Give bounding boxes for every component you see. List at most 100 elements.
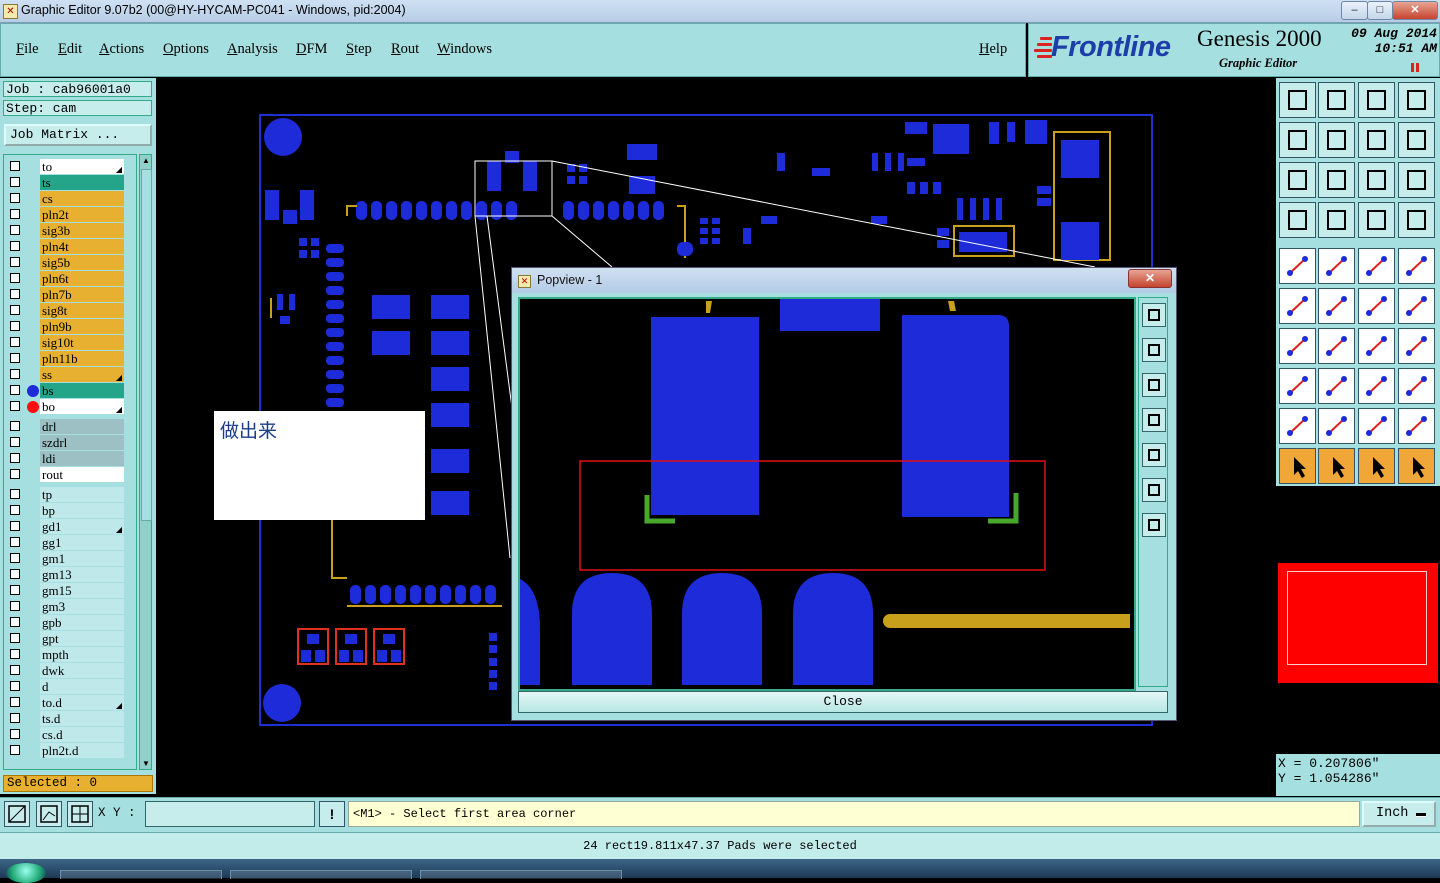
tool-arc-icon[interactable] — [1358, 328, 1395, 364]
layer-name[interactable]: bs — [40, 383, 124, 398]
minimize-button[interactable]: – — [1341, 1, 1368, 20]
layer-checkbox[interactable] — [10, 665, 20, 675]
layer-name[interactable]: tp — [40, 487, 124, 502]
tool-window-icon[interactable] — [1398, 82, 1435, 118]
tool-add-node-icon[interactable] — [1279, 288, 1316, 324]
layer-row[interactable]: bp — [4, 503, 136, 519]
layer-checkbox[interactable] — [10, 321, 20, 331]
tool-select-node-icon[interactable] — [1398, 448, 1435, 484]
scroll-up-icon[interactable]: ▲ — [142, 156, 150, 165]
tool-triangle-icon[interactable] — [1279, 408, 1316, 444]
layer-checkbox[interactable] — [10, 681, 20, 691]
layer-checkbox[interactable] — [10, 177, 20, 187]
layer-row[interactable]: to ◢ — [4, 159, 136, 175]
tool-right-icon[interactable] — [1318, 122, 1355, 158]
layer-row[interactable]: sig5b — [4, 255, 136, 271]
grid-icon[interactable] — [67, 801, 93, 827]
snap-icon[interactable] — [4, 801, 30, 827]
layer-name[interactable]: gm3 — [40, 599, 124, 614]
layer-name[interactable]: rout — [40, 467, 124, 482]
layer-row[interactable]: gm15 — [4, 583, 136, 599]
layer-name[interactable]: dwk — [40, 663, 124, 678]
layer-checkbox[interactable] — [10, 697, 20, 707]
layer-row[interactable]: sig8t — [4, 303, 136, 319]
tool-swap-icon[interactable] — [1358, 122, 1395, 158]
pv-pan-up-button[interactable] — [1142, 338, 1166, 362]
tool-slash-icon[interactable] — [1318, 328, 1355, 364]
menu-actions[interactable]: Actions — [99, 41, 144, 58]
tool-measure-icon[interactable] — [1318, 248, 1355, 284]
layer-checkbox[interactable] — [10, 273, 20, 283]
layer-name[interactable]: ts.d — [40, 711, 124, 726]
popview-title-bar[interactable]: ✕ Popview - 1 ✕ — [512, 268, 1176, 293]
layer-name[interactable]: ss ◢ — [40, 367, 124, 382]
menu-edit[interactable]: Edit — [58, 41, 82, 58]
tool-angle-icon[interactable] — [1279, 328, 1316, 364]
layer-row[interactable]: pln2t — [4, 207, 136, 223]
tool-a-icon[interactable] — [1318, 408, 1355, 444]
layer-row[interactable]: ldi — [4, 451, 136, 467]
pv-pan-down-button[interactable] — [1142, 373, 1166, 397]
layer-name[interactable]: pln6t — [40, 271, 124, 286]
layer-checkbox[interactable] — [10, 437, 20, 447]
layer-checkbox[interactable] — [10, 305, 20, 315]
layer-name[interactable]: pln11b — [40, 351, 124, 366]
pause-icon[interactable] — [1411, 63, 1421, 73]
menu-options[interactable]: Options — [163, 41, 209, 58]
layer-checkbox[interactable] — [10, 421, 20, 431]
layer-name[interactable]: pln7b — [40, 287, 124, 302]
layer-name[interactable]: drl — [40, 419, 124, 434]
layer-checkbox[interactable] — [10, 713, 20, 723]
layer-name[interactable]: cs — [40, 191, 124, 206]
layer-name[interactable]: gpt — [40, 631, 124, 646]
measure-icon[interactable] — [36, 801, 62, 827]
layer-checkbox[interactable] — [10, 505, 20, 515]
layer-checkbox[interactable] — [10, 633, 20, 643]
layer-name[interactable]: bo ◢ — [40, 399, 124, 414]
layer-checkbox[interactable] — [10, 353, 20, 363]
layer-name[interactable]: gm1 — [40, 551, 124, 566]
tool-move-icon[interactable] — [1279, 368, 1316, 404]
layer-checkbox[interactable] — [10, 729, 20, 739]
layer-row[interactable]: ts.d — [4, 711, 136, 727]
layer-checkbox[interactable] — [10, 745, 20, 755]
scroll-down-icon[interactable]: ▼ — [142, 759, 150, 768]
layer-checkbox[interactable] — [10, 553, 20, 563]
tool-home-icon[interactable] — [1358, 82, 1395, 118]
layer-checkbox[interactable] — [10, 601, 20, 611]
layer-checkbox[interactable] — [10, 385, 20, 395]
layer-row[interactable]: pln9b — [4, 319, 136, 335]
tool-layers-red-icon[interactable] — [1358, 202, 1395, 238]
menu-dfm[interactable]: DFM — [296, 41, 327, 58]
close-window-button[interactable]: ✕ — [1392, 1, 1438, 20]
tool-a3-icon[interactable] — [1398, 408, 1435, 444]
layer-name[interactable]: pln2t.d — [40, 743, 124, 758]
layer-row[interactable]: gm1 — [4, 551, 136, 567]
layer-row[interactable]: szdrl — [4, 435, 136, 451]
tool-group-icon[interactable] — [1398, 368, 1435, 404]
start-button[interactable] — [6, 863, 46, 883]
layer-name[interactable]: pln4t — [40, 239, 124, 254]
menu-help[interactable]: Help — [979, 41, 1007, 58]
layer-row[interactable]: bs — [4, 383, 136, 399]
layer-name[interactable]: cs.d — [40, 727, 124, 742]
layer-row[interactable]: ts — [4, 175, 136, 191]
layer-row[interactable]: to.d ◢ — [4, 695, 136, 711]
layer-row[interactable]: sig3b — [4, 223, 136, 239]
layer-name[interactable]: gpb — [40, 615, 124, 630]
layer-name[interactable]: gm15 — [40, 583, 124, 598]
pv-zoom-out-button[interactable] — [1142, 513, 1166, 537]
layer-row[interactable]: pln7b — [4, 287, 136, 303]
pv-zoom-in-button[interactable] — [1142, 478, 1166, 502]
tool-line-icon[interactable] — [1358, 288, 1395, 324]
pv-pan-right-button[interactable] — [1142, 443, 1166, 467]
layer-row[interactable]: dwk — [4, 663, 136, 679]
layer-row[interactable]: pln11b — [4, 351, 136, 367]
pv-zoom-fit-button[interactable] — [1142, 303, 1166, 327]
overview-window[interactable] — [1276, 486, 1440, 754]
layer-name[interactable]: mpth — [40, 647, 124, 662]
tool-zoom-pan-icon[interactable] — [1318, 162, 1355, 198]
layer-name[interactable]: ldi — [40, 451, 124, 466]
tool-one-to-one-icon[interactable] — [1358, 162, 1395, 198]
layer-checkbox[interactable] — [10, 469, 20, 479]
